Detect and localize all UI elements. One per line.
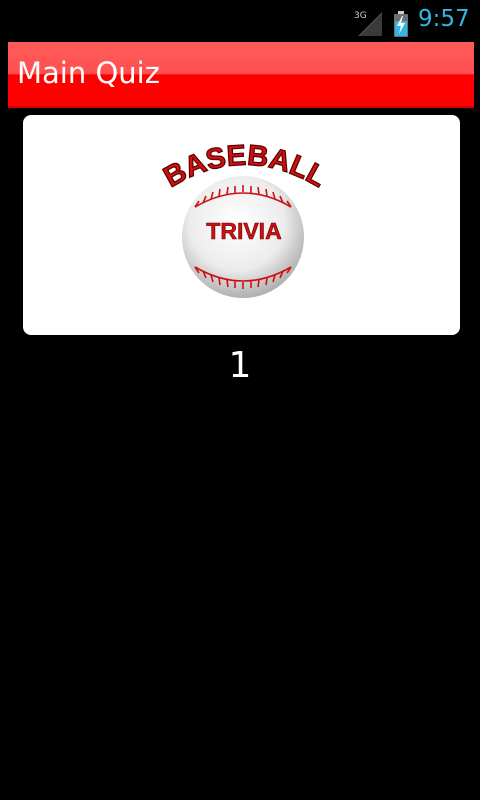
signal-icon <box>358 12 382 36</box>
question-number: 1 <box>228 345 252 386</box>
baseball-icon: TRIVIA <box>182 176 304 298</box>
baseball-trivia-logo: BASEBALL TRIVIA <box>158 139 332 298</box>
battery-charging-icon <box>394 11 408 37</box>
status-bar: 3G 9:57 <box>0 0 480 38</box>
clock: 9:57 <box>418 6 470 32</box>
baseball-trivia-logo-card: BASEBALL TRIVIA <box>23 115 460 335</box>
screen-title: Main Quiz <box>17 56 160 90</box>
action-bar: Main Quiz <box>8 42 474 108</box>
logo-ball-text: TRIVIA <box>206 218 281 244</box>
